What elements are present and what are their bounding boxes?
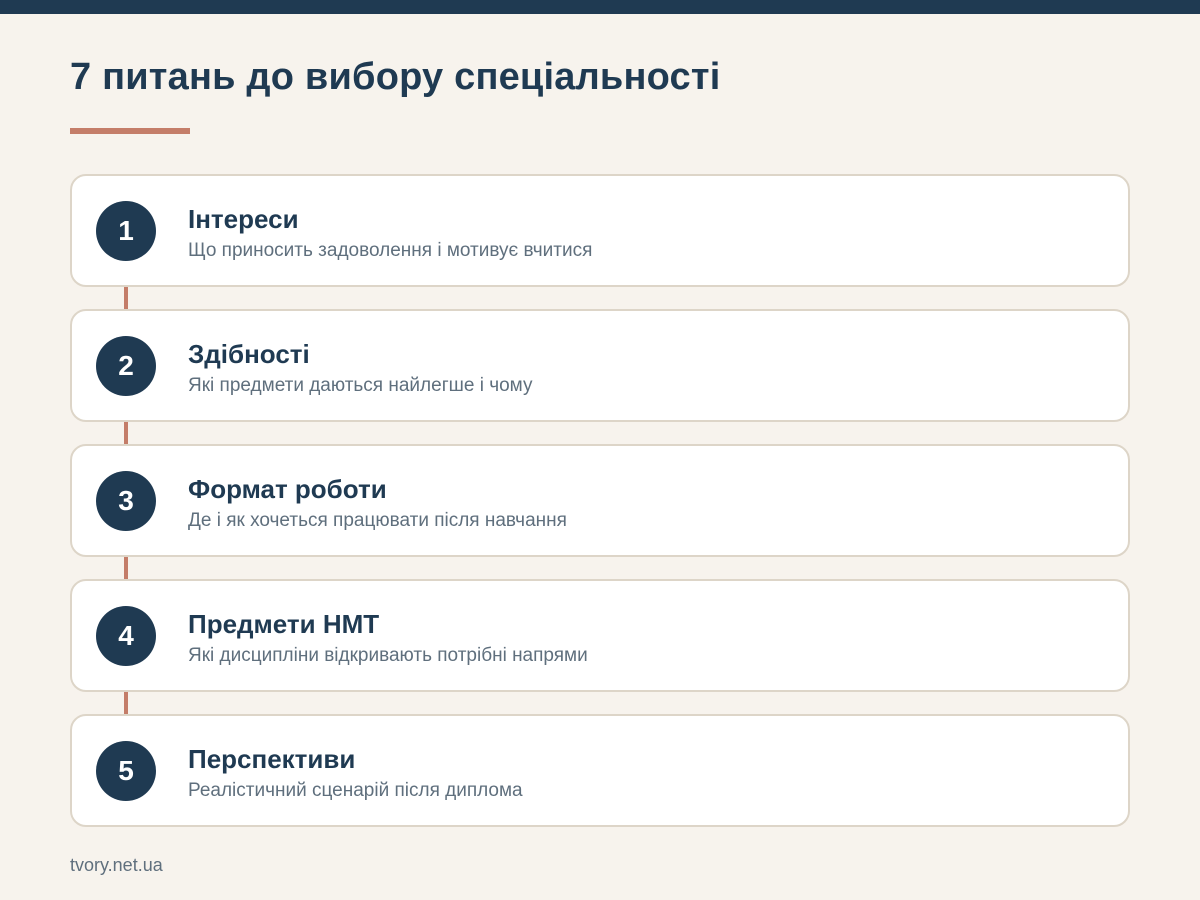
step-title: Предмети НМТ bbox=[188, 609, 380, 639]
step-description: Що приносить задоволення і мотивує вчити… bbox=[188, 240, 593, 261]
step-number-badge: 2 bbox=[96, 336, 156, 396]
step-title: Перспективи bbox=[188, 744, 356, 774]
page-title: 7 питань до вибору спеціальності bbox=[70, 56, 721, 98]
source-footer: tvory.net.ua bbox=[70, 855, 163, 875]
step-number-badge: 5 bbox=[96, 741, 156, 801]
step-card: 5 Перспективи Реалістичний сценарій післ… bbox=[70, 714, 1130, 827]
step-connector bbox=[124, 422, 128, 444]
step-card: 1 Інтереси Що приносить задоволення і мо… bbox=[70, 174, 1130, 287]
step-description: Де і як хочеться працювати після навчанн… bbox=[188, 510, 567, 531]
top-accent-bar bbox=[0, 0, 1200, 14]
step-card: 3 Формат роботи Де і як хочеться працюва… bbox=[70, 444, 1130, 557]
title-underline bbox=[70, 128, 190, 134]
step-connector bbox=[124, 287, 128, 309]
step-description: Які предмети даються найлегше і чому bbox=[188, 375, 533, 396]
step-card: 2 Здібності Які предмети даються найлегш… bbox=[70, 309, 1130, 422]
step-title: Здібності bbox=[188, 339, 310, 369]
step-title: Формат роботи bbox=[188, 474, 387, 504]
step-number-badge: 4 bbox=[96, 606, 156, 666]
step-description: Які дисципліни відкривають потрібні напр… bbox=[188, 645, 588, 666]
step-connector bbox=[124, 557, 128, 579]
steps-list: 1 Інтереси Що приносить задоволення і мо… bbox=[70, 174, 1130, 827]
step-title: Інтереси bbox=[188, 204, 299, 234]
step-number-badge: 3 bbox=[96, 471, 156, 531]
step-number-badge: 1 bbox=[96, 201, 156, 261]
step-card: 4 Предмети НМТ Які дисципліни відкривают… bbox=[70, 579, 1130, 692]
step-description: Реалістичний сценарій після диплома bbox=[188, 780, 523, 801]
step-connector bbox=[124, 692, 128, 714]
